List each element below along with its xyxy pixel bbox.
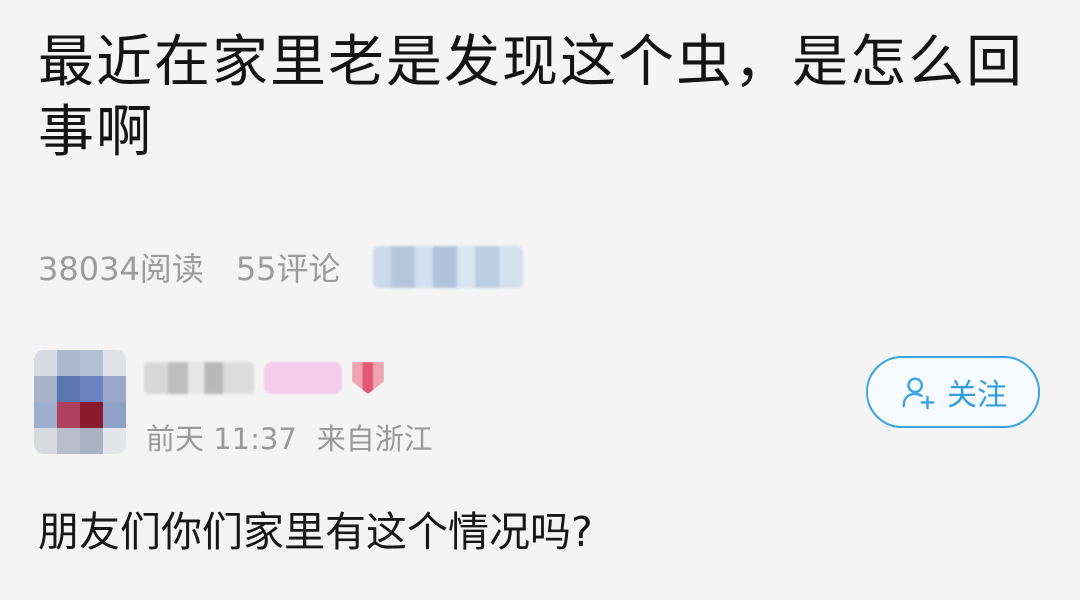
comment-count[interactable]: 55评论	[236, 244, 341, 290]
post-time-location: 前天 11:37 来自浙江	[146, 416, 433, 458]
post-body: 朋友们你们家里有这个情况吗?	[38, 508, 593, 556]
post-time: 前天 11:37	[146, 422, 297, 456]
author-badge	[264, 362, 342, 394]
topic-tag[interactable]	[372, 246, 523, 288]
post-title: 最近在家里老是发现这个虫，是怎么回事啊	[38, 30, 1024, 165]
follow-button[interactable]: 关注	[866, 356, 1040, 428]
follow-label: 关注	[947, 378, 1007, 413]
avatar[interactable]	[34, 350, 126, 454]
author-name[interactable]	[144, 362, 254, 394]
post-meta: 38034阅读 55评论	[38, 244, 523, 290]
heart-badge-icon	[352, 362, 384, 394]
post-location: 来自浙江	[316, 422, 433, 456]
author-name-row	[144, 362, 384, 394]
read-count: 38034阅读	[38, 250, 204, 288]
add-user-icon	[902, 377, 935, 410]
author-header: 前天 11:37 来自浙江 关注	[34, 350, 1044, 460]
